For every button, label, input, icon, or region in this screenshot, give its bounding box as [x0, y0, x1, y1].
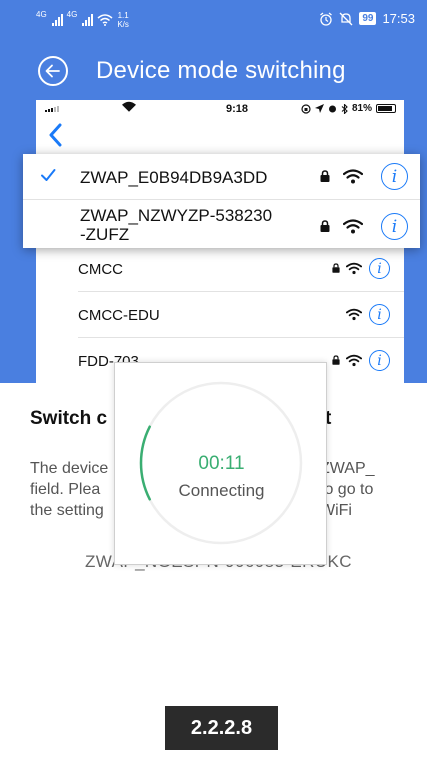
- status-right-group: 99 17:53: [319, 11, 415, 26]
- ios-status-bar: 9:18 81%: [36, 100, 404, 120]
- network-speed-unit: K/s: [117, 20, 129, 29]
- checkmark-icon: [41, 169, 56, 181]
- list-item[interactable]: CMCC i: [36, 246, 404, 292]
- highlighted-networks: ZWAP_E0B94DB9A3DD i ZWAP_NZWYZP-538230 -…: [23, 154, 420, 248]
- ios-battery-percent: 81%: [351, 103, 372, 114]
- network-speed-value: 1.1: [117, 11, 129, 20]
- description-right: ZWAP_ to go to WiFi: [320, 458, 415, 521]
- connection-timer: 00:11: [198, 453, 245, 474]
- ios-wifi-icon: [122, 101, 136, 112]
- alarm-icon: [328, 105, 336, 113]
- lock-icon: [320, 170, 330, 182]
- info-icon[interactable]: i: [369, 350, 390, 371]
- bluetooth-icon: [341, 103, 348, 114]
- sim2-label: 4G: [66, 10, 78, 19]
- battery-icon: 99: [359, 12, 377, 25]
- section-title: Switch c: [30, 408, 108, 429]
- section-number-badge: 2.2.2.8: [165, 706, 278, 750]
- alarm-icon: [320, 11, 333, 26]
- lock-rotation-icon: [301, 103, 311, 114]
- mute-icon: [339, 12, 353, 25]
- back-circle-icon[interactable]: [38, 56, 68, 86]
- list-item[interactable]: CMCC-EDU i: [36, 292, 404, 338]
- location-icon: [314, 104, 324, 113]
- info-icon[interactable]: i: [369, 304, 390, 325]
- ios-clock: 9:18: [226, 103, 249, 115]
- wifi-icon: [346, 308, 362, 321]
- wifi-icon: [97, 14, 113, 26]
- lock-icon: [332, 263, 340, 273]
- connection-status: Connecting: [178, 481, 265, 500]
- network-speed: 1.1 K/s: [117, 11, 129, 29]
- status-left-group: 4G 4G 1.1 K/s: [36, 10, 129, 30]
- list-item[interactable]: ZWAP_NZWYZP-538230 -ZUFZ i: [23, 199, 420, 248]
- network-name: CMCC-EDU: [78, 307, 160, 324]
- system-status-bar: 4G 4G 1.1 K/s 99 17:53: [0, 0, 427, 40]
- app-header: Device mode switching: [0, 40, 427, 100]
- sim1-label: 4G: [36, 10, 47, 19]
- wifi-icon: [343, 169, 363, 184]
- info-icon[interactable]: i: [381, 163, 408, 190]
- description-line: to go to: [320, 481, 374, 498]
- connecting-dialog: 00:11 Connecting: [114, 362, 327, 565]
- info-icon[interactable]: i: [369, 258, 390, 279]
- wifi-icon: [343, 219, 363, 234]
- ios-status-icons: 81%: [301, 103, 396, 114]
- description-line: WiFi: [320, 502, 352, 519]
- network-name: CMCC: [78, 261, 123, 278]
- lock-icon: [320, 220, 330, 232]
- network-name-line2: -ZUFZ: [80, 225, 130, 244]
- signal-icon: [51, 14, 63, 26]
- chevron-left-icon[interactable]: [46, 122, 66, 148]
- network-name: ZWAP_E0B94DB9A3DD: [80, 168, 268, 187]
- list-item-connected[interactable]: ZWAP_E0B94DB9A3DD i: [23, 154, 420, 199]
- ios-signal-icon: [45, 106, 59, 112]
- wifi-icon: [346, 354, 362, 367]
- ios-battery-icon: [376, 104, 396, 113]
- lock-icon: [332, 355, 340, 365]
- description-line: ZWAP_: [320, 460, 375, 477]
- info-icon[interactable]: i: [381, 213, 408, 240]
- network-name-line1: ZWAP_NZWYZP-538230: [80, 206, 273, 225]
- page-title: Device mode switching: [96, 57, 346, 84]
- wifi-icon: [346, 262, 362, 275]
- signal-icon: [82, 14, 94, 26]
- clock: 17:53: [382, 11, 415, 26]
